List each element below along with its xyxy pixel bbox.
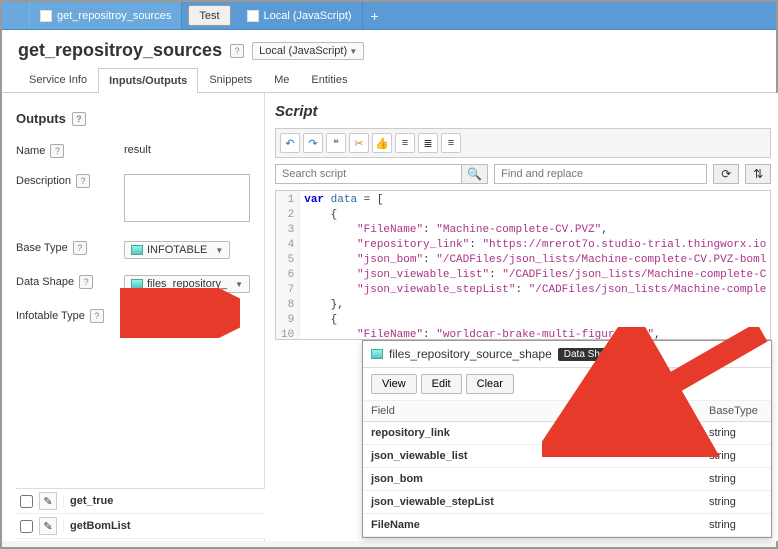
edit-icon[interactable]: ✎ bbox=[39, 517, 57, 535]
tab-me[interactable]: Me bbox=[263, 67, 300, 92]
base-type-label: Base Type bbox=[16, 242, 68, 254]
tab-entities[interactable]: Entities bbox=[300, 67, 358, 92]
js-icon bbox=[247, 10, 259, 22]
datashape-icon bbox=[131, 279, 143, 289]
line-gutter: 1 2 3 4 5 6 7 8 9 10 11 bbox=[276, 191, 300, 339]
base-type-value: INFOTABLE bbox=[147, 244, 207, 256]
outputs-section: Outputs ? Name ? result Description ? bbox=[16, 111, 250, 335]
data-shape-dropdown[interactable]: files_repository_ bbox=[124, 275, 250, 293]
search-row: 🔍 ⟳ ⇅ bbox=[275, 164, 771, 184]
table-row[interactable]: repository_linkstring bbox=[363, 422, 771, 445]
col-basetype: BaseType bbox=[701, 401, 771, 422]
sub-tabstrip: Service Info Inputs/Outputs Snippets Me … bbox=[2, 67, 776, 93]
indent-left-icon[interactable]: ≡ bbox=[395, 133, 415, 153]
replace-all-icon[interactable]: ⇅ bbox=[745, 164, 771, 184]
row-base-type: Base Type ? INFOTABLE bbox=[16, 233, 250, 267]
format-icon[interactable]: 👍 bbox=[372, 133, 392, 153]
popup-badge: Data Shape bbox=[558, 348, 623, 361]
edit-button[interactable]: Edit bbox=[421, 374, 462, 394]
page-header: get_repositroy_sources ? Local (JavaScri… bbox=[2, 30, 776, 67]
test-button[interactable]: Test bbox=[188, 5, 230, 26]
uncomment-icon[interactable]: ✂ bbox=[349, 133, 369, 153]
top-bar: get_repositroy_sources Test Local (JavaS… bbox=[2, 2, 776, 30]
comment-icon[interactable]: ❝ bbox=[326, 133, 346, 153]
tab-service[interactable]: get_repositroy_sources bbox=[30, 2, 182, 29]
help-icon[interactable]: ? bbox=[90, 309, 104, 323]
help-icon[interactable]: ? bbox=[76, 174, 90, 188]
infotable-type-label: Infotable Type bbox=[16, 310, 85, 322]
editor-toolbar: ↶ ↷ ❝ ✂ 👍 ≡ ≣ ≡ bbox=[275, 128, 771, 158]
runtime-dropdown[interactable]: Local (JavaScript) bbox=[252, 42, 364, 60]
replace-next-icon[interactable]: ⟳ bbox=[713, 164, 739, 184]
base-type-dropdown[interactable]: INFOTABLE bbox=[124, 241, 230, 259]
help-icon[interactable]: ? bbox=[230, 44, 244, 58]
search-go-icon[interactable]: 🔍 bbox=[462, 164, 488, 184]
fields-table: Field BaseType repository_linkstring jso… bbox=[363, 401, 771, 537]
edit-icon[interactable]: ✎ bbox=[39, 492, 57, 510]
description-label: Description bbox=[16, 175, 71, 187]
infotable-type-value: Just Infotable bbox=[131, 312, 196, 324]
popup-title: files_repository_source_shape bbox=[389, 347, 552, 361]
row-checkbox[interactable] bbox=[20, 520, 33, 533]
name-label: Name bbox=[16, 145, 45, 157]
tab-service-label: get_repositroy_sources bbox=[57, 10, 171, 22]
row-checkbox[interactable] bbox=[20, 495, 33, 508]
infotable-icon bbox=[131, 245, 143, 255]
clear-button[interactable]: Clear bbox=[466, 374, 514, 394]
find-replace-input[interactable] bbox=[494, 164, 707, 184]
col-field: Field bbox=[363, 401, 701, 422]
help-icon[interactable]: ? bbox=[50, 144, 64, 158]
tab-snippets[interactable]: Snippets bbox=[198, 67, 263, 92]
code-editor[interactable]: 1 2 3 4 5 6 7 8 9 10 11 var data = [ { "… bbox=[275, 190, 771, 340]
row-name: Name ? result bbox=[16, 136, 250, 166]
data-shape-popup: files_repository_source_shape Data Shape… bbox=[362, 340, 772, 538]
help-icon[interactable]: ? bbox=[73, 241, 87, 255]
infotable-type-dropdown[interactable]: Just Infotable bbox=[124, 309, 219, 327]
app-menu-square[interactable] bbox=[2, 2, 30, 29]
view-button[interactable]: View bbox=[371, 374, 417, 394]
row-infotable-type: Infotable Type ? Just Infotable bbox=[16, 301, 250, 335]
add-tab-button[interactable]: + bbox=[363, 2, 387, 29]
outputs-heading: Outputs bbox=[16, 111, 66, 126]
row-description: Description ? bbox=[16, 166, 250, 233]
table-row[interactable]: json_viewable_liststring bbox=[363, 445, 771, 468]
code-content[interactable]: var data = [ { "FileName": "Machine-comp… bbox=[300, 191, 770, 339]
service-icon bbox=[40, 10, 52, 22]
datashape-icon bbox=[371, 349, 383, 359]
tab-service-info[interactable]: Service Info bbox=[18, 67, 98, 92]
tab-local-js-label: Local (JavaScript) bbox=[264, 10, 352, 22]
table-row[interactable]: json_bomstring bbox=[363, 468, 771, 491]
script-heading: Script bbox=[275, 99, 771, 128]
help-icon[interactable]: ? bbox=[79, 275, 93, 289]
help-icon[interactable]: ? bbox=[72, 112, 86, 126]
tab-inputs-outputs[interactable]: Inputs/Outputs bbox=[98, 68, 198, 93]
left-pane: Outputs ? Name ? result Description ? bbox=[2, 93, 265, 541]
data-shape-value: files_repository_ bbox=[147, 278, 227, 290]
name-value: result bbox=[124, 144, 250, 156]
data-shape-label: Data Shape bbox=[16, 276, 74, 288]
undo-icon[interactable]: ↶ bbox=[280, 133, 300, 153]
search-input[interactable] bbox=[275, 164, 462, 184]
description-textarea[interactable] bbox=[124, 174, 250, 222]
indent-right-icon[interactable]: ≡ bbox=[441, 133, 461, 153]
indent-center-icon[interactable]: ≣ bbox=[418, 133, 438, 153]
table-row[interactable]: json_viewable_stepListstring bbox=[363, 491, 771, 514]
page-title: get_repositroy_sources bbox=[18, 40, 222, 61]
row-data-shape: Data Shape ? files_repository_ bbox=[16, 267, 250, 301]
redo-icon[interactable]: ↷ bbox=[303, 133, 323, 153]
table-row[interactable]: FileNamestring bbox=[363, 514, 771, 537]
tab-local-js[interactable]: Local (JavaScript) bbox=[237, 2, 363, 29]
